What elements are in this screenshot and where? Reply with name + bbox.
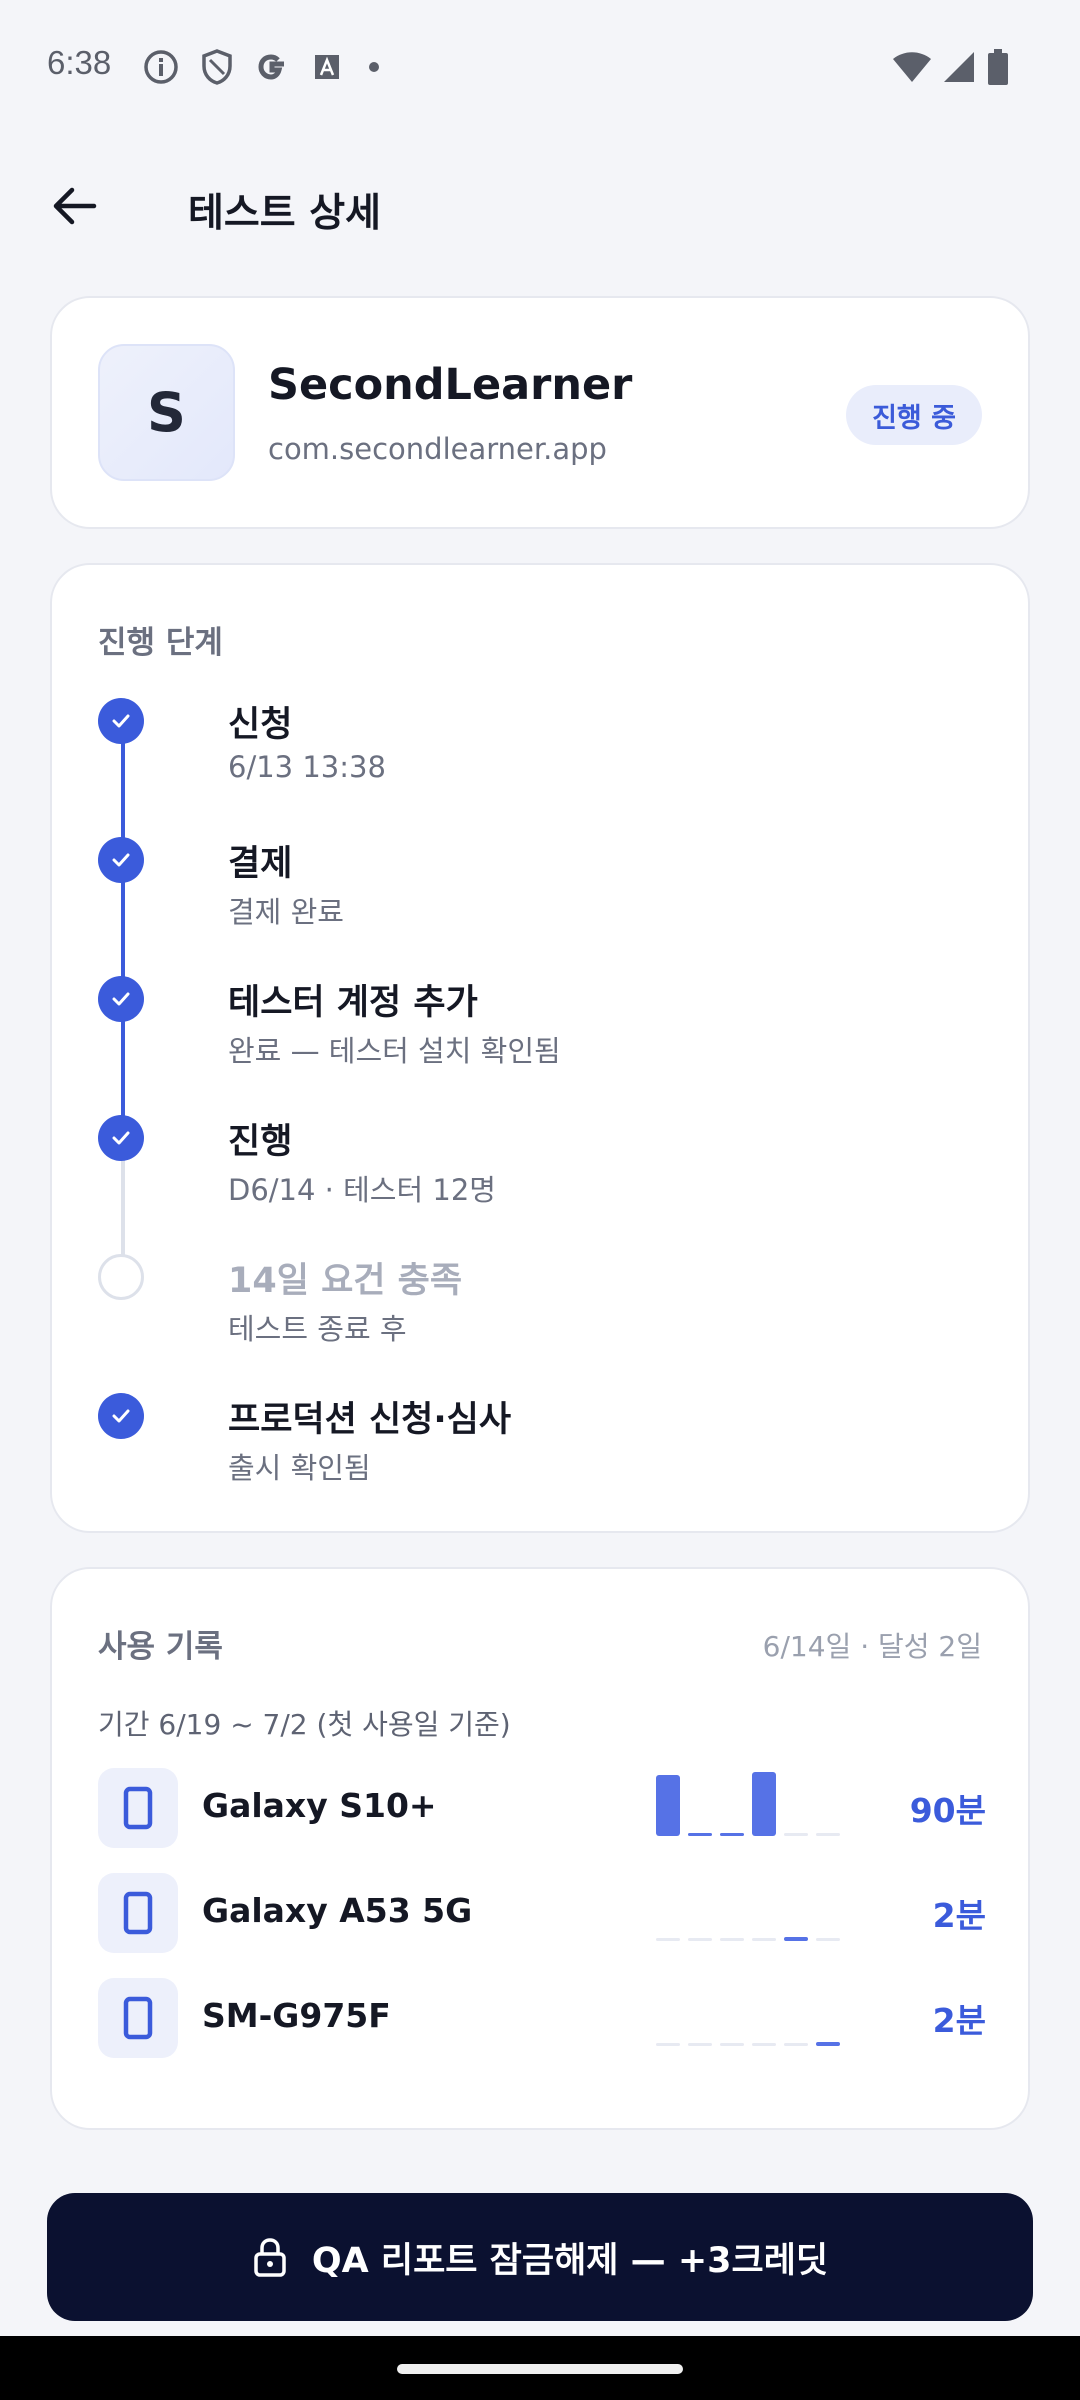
usage-bar <box>688 1938 712 1941</box>
step-item: 결제 결제 완료 <box>98 835 978 945</box>
usage-bar <box>720 1833 744 1836</box>
page-title: 테스트 상세 <box>188 191 381 236</box>
device-name: SM-G975F <box>202 1996 391 2035</box>
step-title: 신청 <box>228 705 293 745</box>
check-icon <box>98 976 144 1022</box>
step-subtitle: 결제 완료 <box>228 895 344 929</box>
smartphone-icon <box>98 1873 178 1953</box>
usage-section-title: 사용 기록 <box>98 1629 223 1665</box>
back-button[interactable] <box>44 176 104 236</box>
usage-bar <box>816 2042 840 2046</box>
usage-bar <box>656 2043 680 2046</box>
usage-bar <box>688 1833 712 1836</box>
usage-bar <box>656 1775 680 1836</box>
status-icons-right <box>892 48 1010 86</box>
step-title: 진행 <box>228 1122 293 1162</box>
info-icon <box>144 50 178 84</box>
device-name: Galaxy A53 5G <box>202 1891 473 1930</box>
app-header: 테스트 상세 <box>0 160 1080 250</box>
device-minutes: 90분 <box>909 1791 986 1830</box>
navigation-bar <box>0 2336 1080 2400</box>
status-bar: 6:38 <box>0 0 1080 132</box>
lock-icon <box>254 2238 286 2277</box>
step-item: 14일 요건 충족 테스트 종료 후 <box>98 1252 978 1362</box>
usage-bar <box>752 1938 776 1941</box>
usage-bar <box>816 1938 840 1941</box>
usage-bar <box>816 1833 840 1836</box>
check-icon <box>98 1115 144 1161</box>
usage-period: 기간 6/19 ~ 7/2 (첫 사용일 기준) <box>98 1708 511 1741</box>
usage-sparkline <box>656 1768 846 1848</box>
progress-section-title: 진행 단계 <box>98 625 223 661</box>
step-title: 프로덕션 신청·심사 <box>228 1400 512 1440</box>
usage-card: 사용 기록 6/14일 · 달성 2일 기간 6/19 ~ 7/2 (첫 사용일… <box>50 1567 1030 2130</box>
step-subtitle: 완료 — 테스터 설치 확인됨 <box>228 1034 561 1068</box>
device-minutes: 2분 <box>932 1896 986 1935</box>
device-name: Galaxy S10+ <box>202 1786 437 1825</box>
usage-bar <box>752 2043 776 2046</box>
usage-sparkline <box>656 1978 846 2058</box>
usage-bar <box>752 1772 776 1836</box>
usage-bar <box>688 2043 712 2046</box>
usage-bar <box>656 1938 680 1941</box>
check-icon <box>98 1393 144 1439</box>
check-icon <box>98 837 144 883</box>
shield-icon <box>202 49 232 85</box>
google-icon <box>258 54 284 80</box>
usage-meta: 6/14일 · 달성 2일 <box>762 1630 982 1663</box>
step-title: 테스터 계정 추가 <box>228 983 478 1023</box>
usage-bar <box>784 1937 808 1941</box>
signal-icon <box>944 52 974 82</box>
cta-label: QA 리포트 잠금해제 — +3크레딧 <box>311 2240 829 2281</box>
app-avatar: S <box>98 344 235 481</box>
dot-icon <box>369 62 379 72</box>
device-minutes: 2분 <box>932 2001 986 2040</box>
status-badge: 진행 중 <box>846 385 982 445</box>
usage-sparkline <box>656 1873 846 1953</box>
step-subtitle: 출시 확인됨 <box>228 1451 371 1485</box>
check-icon <box>98 698 144 744</box>
status-time: 6:38 <box>47 44 112 81</box>
device-row: SM-G975F 2분 <box>98 1978 986 2058</box>
usage-bar <box>720 1938 744 1941</box>
app-package: com.secondlearner.app <box>268 432 607 466</box>
step-subtitle: D6/14 · 테스터 12명 <box>228 1173 496 1207</box>
usage-bar <box>784 2043 808 2046</box>
step-item: 프로덕션 신청·심사 출시 확인됨 <box>98 1391 978 1501</box>
arrow-left-icon <box>53 187 97 225</box>
usage-bar <box>784 1833 808 1836</box>
step-item: 테스터 계정 추가 완료 — 테스터 설치 확인됨 <box>98 974 978 1084</box>
usage-bar <box>720 2043 744 2046</box>
step-title: 14일 요건 충족 <box>228 1261 463 1301</box>
smartphone-icon <box>98 1978 178 2058</box>
status-icons-left <box>142 48 384 86</box>
step-item: 진행 D6/14 · 테스터 12명 <box>98 1113 978 1223</box>
device-row: Galaxy S10+ 90분 <box>98 1768 986 1848</box>
battery-icon <box>988 49 1008 85</box>
device-row: Galaxy A53 5G 2분 <box>98 1873 986 1953</box>
progress-card: 진행 단계 신청 6/13 13:38 결제 결제 완료 테스터 계정 추가 완… <box>50 563 1030 1533</box>
step-subtitle: 6/13 13:38 <box>228 750 386 784</box>
step-title: 결제 <box>228 844 293 884</box>
home-indicator[interactable] <box>397 2364 683 2374</box>
font-icon <box>315 55 339 79</box>
app-info-card: S SecondLearner com.secondlearner.app 진행… <box>50 296 1030 529</box>
step-subtitle: 테스트 종료 후 <box>228 1312 407 1346</box>
wifi-icon <box>893 52 931 82</box>
app-name: SecondLearner <box>268 360 633 410</box>
smartphone-icon <box>98 1768 178 1848</box>
pending-circle-icon <box>98 1254 144 1300</box>
unlock-qa-report-button[interactable]: QA 리포트 잠금해제 — +3크레딧 <box>47 2193 1033 2321</box>
step-item: 신청 6/13 13:38 <box>98 696 978 806</box>
